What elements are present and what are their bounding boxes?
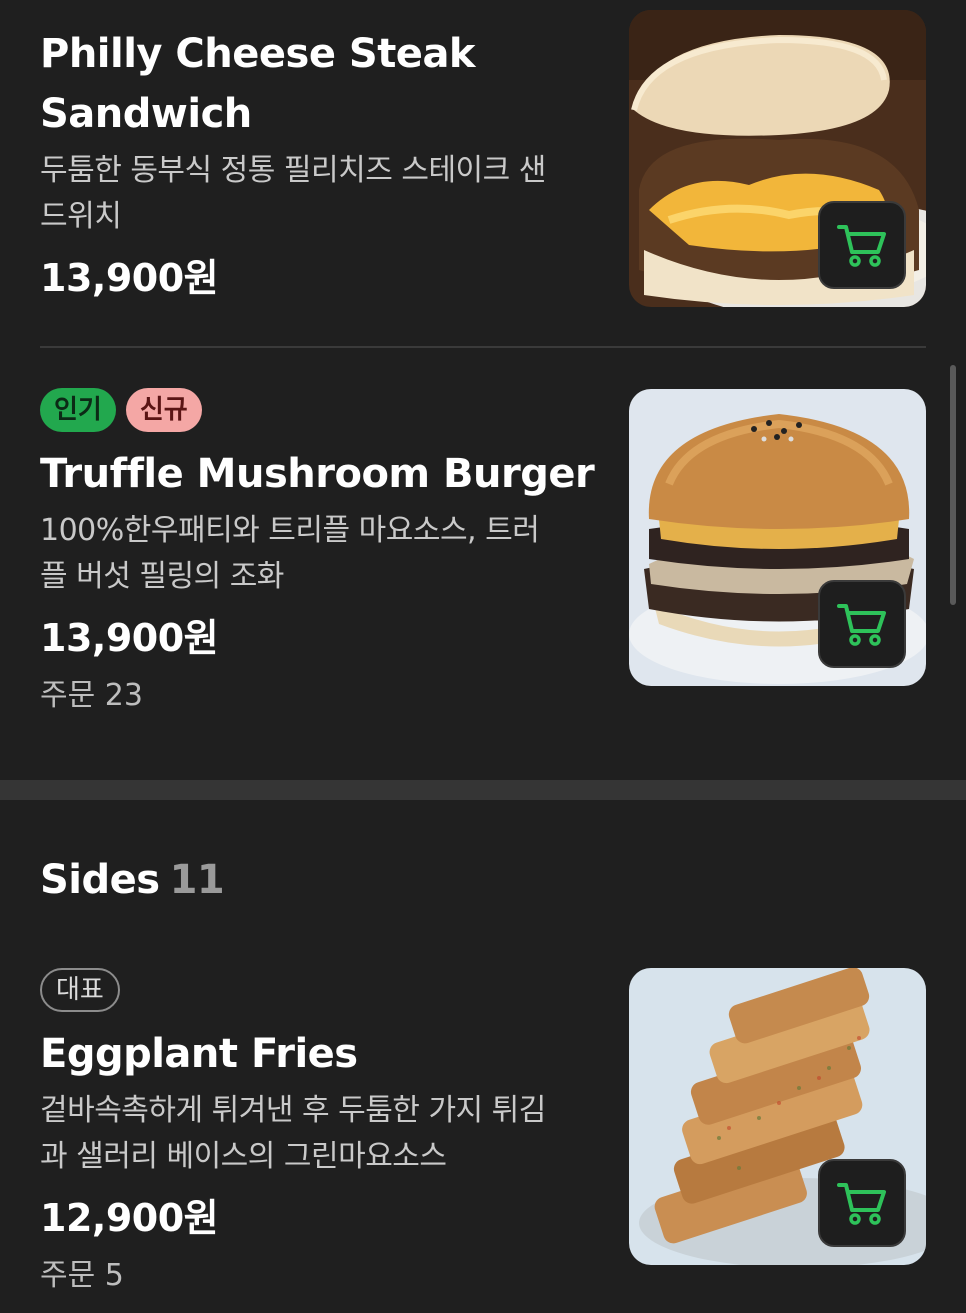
badge-group: 인기 신규 [40, 388, 600, 432]
menu-item-truffle-burger[interactable]: 인기 신규 Truffle Mushroom Burger 100%한우패티와 … [0, 348, 966, 778]
item-description-line: 과 샐러리 베이스의 그린마요소스 [40, 1139, 447, 1174]
item-price: 12,900원 [40, 1196, 219, 1240]
item-title-line: Sandwich [40, 91, 252, 137]
cart-icon [837, 225, 886, 267]
section-title: Sides [40, 857, 160, 903]
menu-item-eggplant-fries[interactable]: 대표 Eggplant Fries 겉바속촉하게 튀겨낸 후 두툼한 가지 튀김… [0, 930, 966, 1313]
item-title-line: Philly Cheese Steak [40, 31, 476, 77]
section-item-count: 11 [169, 857, 225, 903]
item-title: Philly Cheese Steak Sandwich [40, 24, 600, 144]
scrollbar-thumb[interactable] [950, 365, 956, 605]
cart-icon [837, 604, 886, 646]
item-image[interactable] [629, 968, 926, 1265]
item-description-line: 두툼한 동부식 정통 필리치즈 스테이크 샌 [40, 153, 546, 188]
add-to-cart-button[interactable] [818, 1159, 906, 1247]
item-description: 겉바속촉하게 튀겨낸 후 두툼한 가지 튀김 과 샐러리 베이스의 그린마요소스 [40, 1088, 600, 1180]
item-title: Truffle Mushroom Burger [40, 444, 600, 504]
item-price: 13,900원 [40, 616, 219, 660]
item-price: 13,900원 [40, 256, 219, 300]
item-description-line: 플 버섯 필링의 조화 [40, 559, 284, 594]
popular-badge: 인기 [40, 388, 116, 432]
menu-item-philly[interactable]: Philly Cheese Steak Sandwich 두툼한 동부식 정통 … [0, 0, 966, 348]
order-count: 주문 23 [40, 678, 143, 713]
item-title: Eggplant Fries [40, 1024, 600, 1084]
item-title-line: Truffle Mushroom Burger [40, 451, 595, 497]
order-count: 주문 5 [40, 1258, 124, 1293]
item-title-line: Eggplant Fries [40, 1031, 358, 1077]
item-description-line: 겉바속촉하게 튀겨낸 후 두툼한 가지 튀김 [40, 1093, 546, 1128]
signature-badge: 대표 [40, 968, 120, 1012]
section-header-sides: Sides 11 [40, 850, 225, 910]
add-to-cart-button[interactable] [818, 580, 906, 668]
item-description-line: 100%한우패티와 트리플 마요소스, 트러 [40, 513, 540, 548]
item-description: 100%한우패티와 트리플 마요소스, 트러 플 버섯 필링의 조화 [40, 508, 600, 600]
item-description: 두툼한 동부식 정통 필리치즈 스테이크 샌 드위치 [40, 148, 600, 240]
item-image[interactable] [629, 389, 926, 686]
item-image[interactable] [629, 10, 926, 307]
item-description-line: 드위치 [40, 199, 122, 234]
new-badge: 신규 [125, 388, 202, 432]
cart-icon [837, 1183, 886, 1225]
add-to-cart-button[interactable] [818, 201, 906, 289]
section-separator [0, 780, 966, 800]
badge-group: 대표 [40, 968, 600, 1012]
